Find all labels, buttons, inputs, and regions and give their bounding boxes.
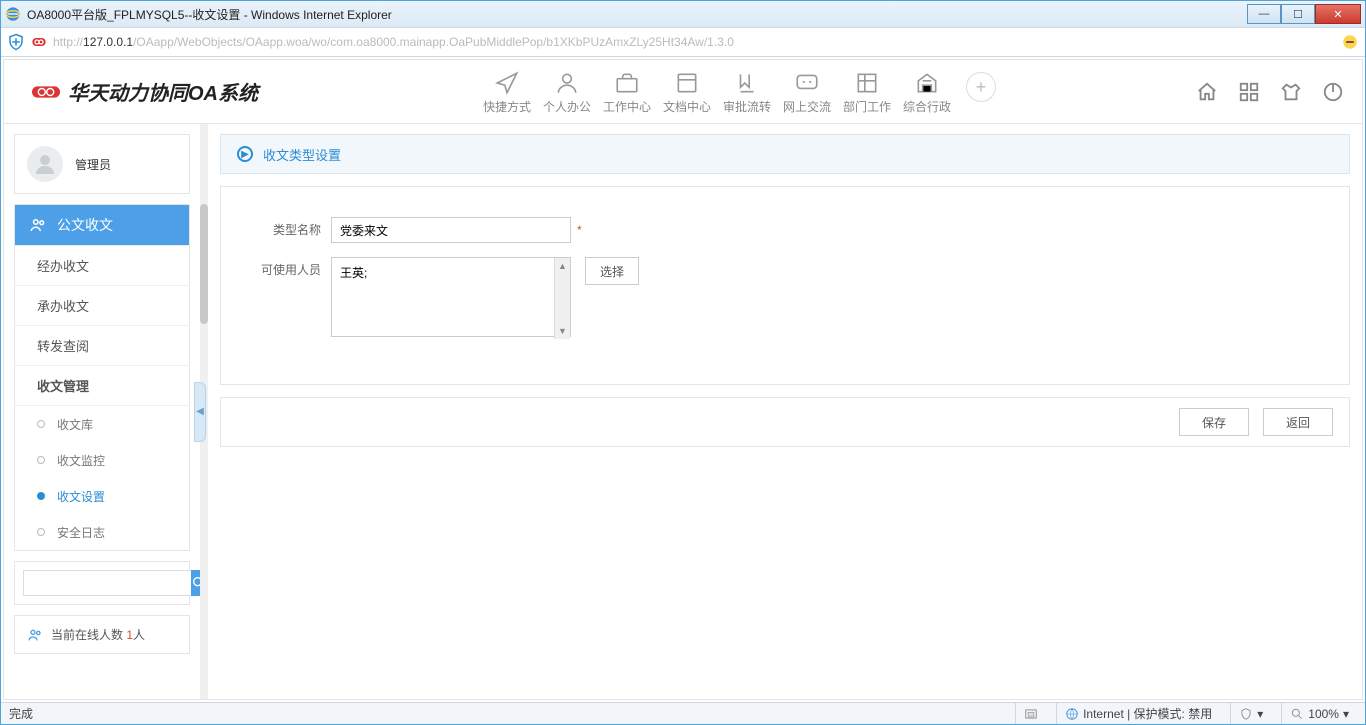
app-header: 华天动力协同OA系统 快捷方式 个人办公 工作中心 文档中心 审批流转 网上交流… — [4, 60, 1362, 124]
people-icon — [29, 216, 47, 234]
nav-personal[interactable]: 个人办公 — [538, 68, 596, 115]
status-done: 完成 — [9, 705, 33, 722]
collapse-handle[interactable]: ◀ — [194, 382, 206, 442]
brand-logo: 华天动力协同OA系统 — [32, 77, 258, 106]
zoom-icon — [1290, 707, 1304, 721]
sidebar-scroll-thumb[interactable] — [200, 204, 208, 324]
nav-department[interactable]: 部门工作 — [838, 68, 896, 115]
status-zone[interactable]: Internet | 保护模式: 禁用 — [1056, 703, 1220, 724]
nav-admin[interactable]: 综合行政 — [898, 68, 956, 115]
globe-icon — [1065, 707, 1079, 721]
shirt-icon[interactable] — [1280, 81, 1302, 103]
panel-title-text: 收文类型设置 — [263, 145, 341, 164]
side-item-zhuanfa[interactable]: 转发查阅 — [15, 326, 189, 366]
online-count: 当前在线人数 1人 — [14, 615, 190, 654]
user-name: 管理员 — [75, 156, 111, 173]
top-nav: 快捷方式 个人办公 工作中心 文档中心 审批流转 网上交流 部门工作 综合行政 … — [478, 68, 996, 115]
textarea-people[interactable]: 王英; — [331, 257, 571, 337]
site-favicon — [31, 34, 47, 50]
address-bar: http://127.0.0.1/OAapp/WebObjects/OAapp.… — [1, 27, 1365, 57]
compat-view-icon[interactable] — [1341, 33, 1359, 51]
brand-mark-icon — [32, 83, 60, 101]
select-people-button[interactable]: 选择 — [585, 257, 639, 285]
status-zoom[interactable]: 100% ▾ — [1281, 703, 1357, 724]
scroll-down-icon[interactable]: ▼ — [555, 323, 570, 339]
label-type: 类型名称 — [231, 217, 331, 238]
close-button[interactable]: ✕ — [1315, 4, 1361, 24]
action-panel: 保存 返回 — [220, 397, 1350, 447]
form-panel: 类型名称 * 可使用人员 王英; ▲ ▼ — [220, 186, 1350, 385]
side-item-manage[interactable]: 收文管理 — [15, 366, 189, 406]
power-icon[interactable] — [1322, 81, 1344, 103]
status-bar: 完成 Internet | 保护模式: 禁用 ▾ 100% ▾ — [1, 702, 1365, 724]
nav-chat[interactable]: 网上交流 — [778, 68, 836, 115]
window-frame: OA8000平台版_FPLMYSQL5--收文设置 - Windows Inte… — [0, 0, 1366, 725]
brand-text: 华天动力协同OA系统 — [68, 77, 258, 106]
required-mark: * — [577, 223, 582, 237]
sub-item-lib[interactable]: 收文库 — [15, 406, 189, 442]
splitter: ◀ — [194, 124, 208, 699]
status-popup-icon[interactable] — [1015, 703, 1046, 724]
address-url[interactable]: http://127.0.0.1/OAapp/WebObjects/OAapp.… — [53, 35, 1335, 49]
window-title: OA8000平台版_FPLMYSQL5--收文设置 - Windows Inte… — [27, 6, 392, 23]
header-right — [1196, 81, 1344, 103]
nav-approval[interactable]: 审批流转 — [718, 68, 776, 115]
nav-work[interactable]: 工作中心 — [598, 68, 656, 115]
side-nav: 公文收文 经办收文 承办收文 转发查阅 收文管理 收文库 收文监控 收文设置 安… — [14, 204, 190, 551]
security-shield-icon[interactable] — [7, 33, 25, 51]
home-icon[interactable] — [1196, 81, 1218, 103]
nav-quick[interactable]: 快捷方式 — [478, 68, 536, 115]
input-type-name[interactable] — [331, 217, 571, 243]
back-button[interactable]: 返回 — [1263, 408, 1333, 436]
app-body: 管理员 公文收文 经办收文 承办收文 转发查阅 收文管理 收文库 收文监控 收 — [4, 124, 1362, 699]
nav-add-button[interactable]: + — [966, 72, 996, 102]
scroll-up-icon[interactable]: ▲ — [555, 258, 570, 274]
sub-item-log[interactable]: 安全日志 — [15, 514, 189, 550]
row-type: 类型名称 * — [231, 217, 1319, 243]
textarea-scrollbar[interactable]: ▲ ▼ — [554, 258, 570, 339]
status-protect-dropdown[interactable]: ▾ — [1230, 703, 1271, 724]
side-item-chengban[interactable]: 承办收文 — [15, 286, 189, 326]
main-content: ▶ 收文类型设置 类型名称 * 可使用人员 王英; ▲ — [208, 124, 1362, 699]
arrow-circle-icon: ▶ — [237, 146, 253, 162]
maximize-button[interactable]: ☐ — [1281, 4, 1315, 24]
side-nav-header[interactable]: 公文收文 — [15, 205, 189, 245]
avatar — [27, 146, 63, 182]
window-buttons: — ☐ ✕ — [1247, 4, 1361, 24]
save-button[interactable]: 保存 — [1179, 408, 1249, 436]
panel-title-bar: ▶ 收文类型设置 — [220, 134, 1350, 174]
app-area: 华天动力协同OA系统 快捷方式 个人办公 工作中心 文档中心 审批流转 网上交流… — [3, 59, 1363, 700]
sidebar-search — [14, 561, 190, 605]
user-card: 管理员 — [14, 134, 190, 194]
sub-item-monitor[interactable]: 收文监控 — [15, 442, 189, 478]
minimize-button[interactable]: — — [1247, 4, 1281, 24]
sidebar: 管理员 公文收文 经办收文 承办收文 转发查阅 收文管理 收文库 收文监控 收 — [4, 124, 194, 699]
titlebar: OA8000平台版_FPLMYSQL5--收文设置 - Windows Inte… — [1, 1, 1365, 27]
search-input[interactable] — [23, 570, 191, 596]
label-people: 可使用人员 — [231, 257, 331, 278]
row-people: 可使用人员 王英; ▲ ▼ 选择 — [231, 257, 1319, 340]
apps-grid-icon[interactable] — [1238, 81, 1260, 103]
nav-docs[interactable]: 文档中心 — [658, 68, 716, 115]
side-item-jingban[interactable]: 经办收文 — [15, 246, 189, 286]
users-icon — [27, 627, 43, 643]
ie-icon — [5, 6, 21, 22]
sub-item-settings[interactable]: 收文设置 — [15, 478, 189, 514]
